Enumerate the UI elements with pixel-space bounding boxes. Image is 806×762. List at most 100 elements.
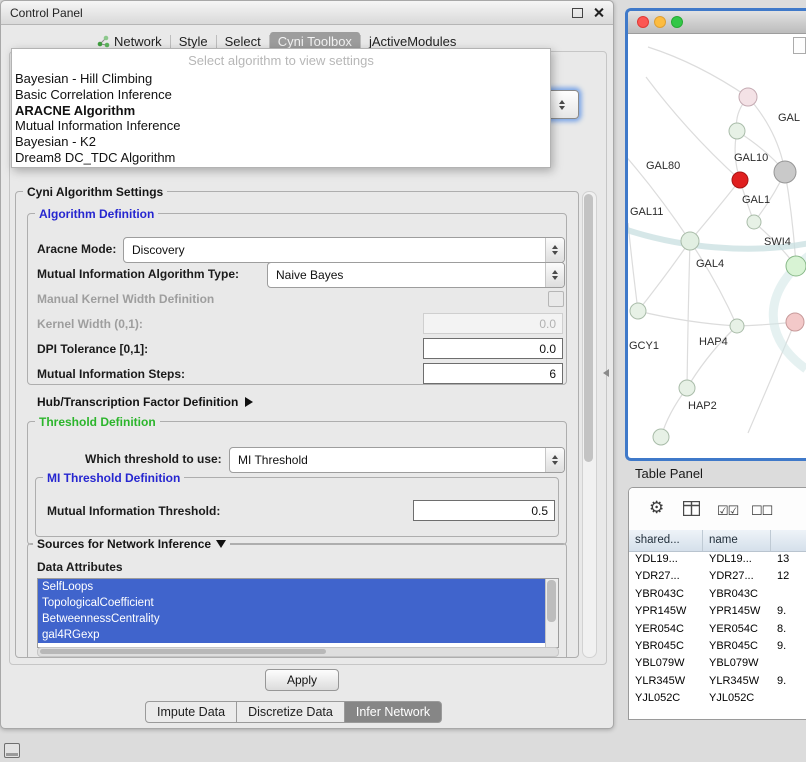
cell: YDL19...	[629, 551, 703, 568]
network-canvas[interactable]: GAL GAL80 GAL10 GAL11 GAL1 SWI4 GAL4 GCY…	[628, 33, 806, 452]
network-view-window: GAL GAL80 GAL10 GAL11 GAL1 SWI4 GAL4 GCY…	[625, 8, 806, 461]
node-green-hap2[interactable]	[679, 380, 695, 396]
close-icon[interactable]	[593, 7, 604, 18]
node-label: HAP4	[699, 336, 728, 348]
node-green[interactable]	[786, 256, 806, 276]
minimize-traffic-light[interactable]	[654, 16, 666, 28]
hub-tf-definition-section[interactable]: Hub/Transcription Factor Definition	[37, 395, 253, 409]
settings-scrollbar-thumb[interactable]	[584, 194, 593, 462]
cell: YBL079W	[629, 655, 703, 672]
mi-threshold-field[interactable]: 0.5	[413, 500, 555, 521]
table-row[interactable]: YPR145WYPR145W9.	[629, 603, 806, 620]
algorithm-option[interactable]: Basic Correlation Inference	[12, 87, 550, 103]
node-green[interactable]	[729, 123, 745, 139]
node-pink[interactable]	[739, 88, 757, 106]
table-row[interactable]: YBL079WYBL079W	[629, 655, 806, 672]
table-row[interactable]: YBR043CYBR043C	[629, 586, 806, 603]
algorithm-option[interactable]: Dream8 DC_TDC Algorithm	[12, 150, 550, 166]
manual-kernel-width-checkbox[interactable]	[548, 291, 564, 307]
combo-down-arrow-icon	[559, 106, 565, 110]
sources-group-title[interactable]: Sources for Network Inference	[33, 537, 230, 551]
cell	[771, 690, 806, 707]
close-traffic-light[interactable]	[637, 16, 649, 28]
attribute-list-scrollbar[interactable]	[545, 579, 558, 647]
node-green[interactable]	[747, 215, 761, 229]
cell: YBL079W	[703, 655, 771, 672]
tab-impute-data[interactable]: Impute Data	[145, 701, 237, 723]
node-pink[interactable]	[786, 313, 804, 331]
table-row[interactable]: YJL052CYJL052C	[629, 690, 806, 707]
node-label: GAL4	[696, 258, 724, 270]
bottom-tab-bar: Impute Data Discretize Data Infer Networ…	[145, 701, 442, 723]
tab-cyni-toolbox-label: Cyni Toolbox	[278, 34, 352, 49]
attribute-item[interactable]: SelfLoops	[38, 579, 558, 595]
tab-jactivemodules-label: jActiveModules	[369, 34, 456, 49]
tab-discretize-data[interactable]: Discretize Data	[236, 701, 345, 723]
node-label: GAL	[778, 112, 800, 124]
aracne-mode-combo[interactable]: Discovery	[123, 237, 565, 263]
column-header-shared-name[interactable]: shared...	[629, 530, 703, 551]
hub-tf-definition-label: Hub/Transcription Factor Definition	[37, 395, 238, 409]
node-green-gal4[interactable]	[681, 232, 699, 250]
control-panel-title: Control Panel	[10, 6, 83, 20]
node-green[interactable]	[630, 303, 646, 319]
cell	[771, 655, 806, 672]
column-header-partial[interactable]	[771, 530, 806, 551]
attribute-list-hscrollbar[interactable]	[37, 647, 559, 657]
table-row[interactable]: YDL19...YDL19...13	[629, 551, 806, 568]
table-panel-title: Table Panel	[635, 466, 703, 481]
table-body: YDL19...YDL19...13 YDR27...YDR27...12 YB…	[629, 551, 806, 708]
node-red-gal10[interactable]	[732, 172, 748, 188]
node-green[interactable]	[730, 319, 744, 333]
algorithm-option-selected[interactable]: ARACNE Algorithm	[12, 103, 550, 119]
apply-button[interactable]: Apply	[265, 669, 339, 691]
kernel-width-label: Kernel Width (0,1):	[37, 317, 143, 331]
network-window-titlebar[interactable]	[628, 11, 806, 34]
zoom-traffic-light[interactable]	[671, 16, 683, 28]
algorithm-definition-title: Algorithm Definition	[35, 207, 158, 221]
table-row[interactable]: YER054CYER054C8.	[629, 621, 806, 638]
table-row[interactable]: YLR345WYLR345W9.	[629, 673, 806, 690]
kernel-width-field[interactable]: 0.0	[423, 313, 563, 334]
algorithm-dropdown-placeholder: Select algorithm to view settings	[12, 51, 550, 71]
column-select-icon[interactable]	[683, 501, 700, 516]
table-row[interactable]: YBR045CYBR045C9.	[629, 638, 806, 655]
node-green[interactable]	[653, 429, 669, 445]
node-label: GAL11	[630, 206, 663, 218]
splitter-collapse-icon[interactable]	[603, 369, 609, 377]
dpi-tolerance-field[interactable]: 0.0	[423, 338, 563, 359]
minimized-panel-icon[interactable]	[4, 743, 20, 758]
mi-algorithm-type-combo[interactable]: Naive Bayes	[267, 262, 565, 288]
algorithm-option[interactable]: Bayesian - Hill Climbing	[12, 71, 550, 87]
gear-icon[interactable]: ⚙	[649, 499, 664, 517]
attribute-item[interactable]: BetweennessCentrality	[38, 611, 558, 627]
attribute-list-hscrollbar-thumb[interactable]	[40, 649, 326, 654]
data-attributes-list[interactable]: SelfLoops TopologicalCoefficient Between…	[37, 578, 559, 648]
tab-infer-network[interactable]: Infer Network	[344, 701, 442, 723]
algorithm-option[interactable]: Mutual Information Inference	[12, 118, 550, 134]
settings-scrollbar-track[interactable]	[582, 191, 597, 658]
float-window-icon[interactable]	[572, 8, 583, 18]
column-header-name[interactable]: name	[703, 530, 771, 551]
cell: 13	[771, 551, 806, 568]
mi-steps-field[interactable]: 6	[423, 363, 563, 384]
mi-algorithm-type-label: Mutual Information Algorithm Type:	[37, 267, 239, 281]
cell: 9.	[771, 638, 806, 655]
collapse-down-icon	[216, 540, 226, 548]
control-panel-window: Control Panel Network Style Select Cyni …	[0, 0, 614, 729]
node-label: GAL80	[646, 160, 680, 172]
which-threshold-combo[interactable]: MI Threshold	[229, 447, 565, 473]
table-row[interactable]: YDR27...YDR27...12	[629, 568, 806, 585]
attribute-item[interactable]: TopologicalCoefficient	[38, 595, 558, 611]
select-all-checkboxes-icon[interactable]: ☑☑	[717, 502, 738, 520]
node-gray[interactable]	[774, 161, 796, 183]
node-label: GCY1	[629, 340, 659, 352]
combo-up-arrow-icon	[559, 100, 565, 104]
cell: 8.	[771, 621, 806, 638]
network-scroll-widget[interactable]	[793, 37, 806, 54]
attribute-item[interactable]: gal4RGexp	[38, 627, 558, 643]
cell: YDL19...	[703, 551, 771, 568]
attribute-list-scrollbar-thumb[interactable]	[547, 580, 556, 622]
deselect-all-checkboxes-icon[interactable]: ☐☐	[751, 502, 772, 520]
algorithm-option[interactable]: Bayesian - K2	[12, 134, 550, 150]
